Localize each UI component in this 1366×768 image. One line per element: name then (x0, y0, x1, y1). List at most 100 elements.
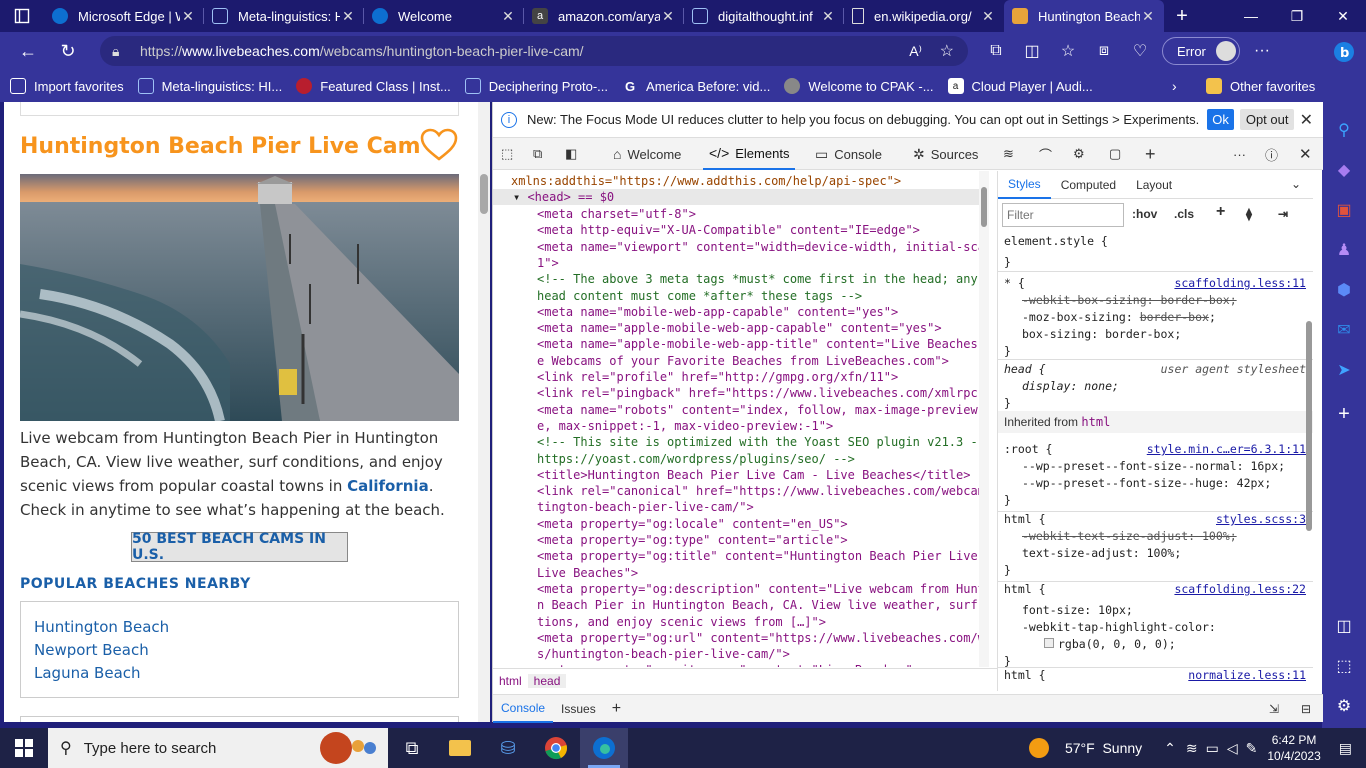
color-swatch[interactable] (1044, 638, 1054, 648)
dom-line[interactable]: <meta property="og:title" content="Hunti… (537, 548, 987, 564)
style-property-name[interactable]: font-size: (1022, 603, 1098, 617)
style-rule-html-2[interactable]: html {scaffolding.less:22 font-size: 10p… (1004, 581, 1308, 670)
chrome-button[interactable] (532, 728, 580, 768)
games-icon[interactable]: ♟ (1332, 238, 1356, 262)
style-rule-html-1[interactable]: html {styles.scss:3 -webkit-text-size-ad… (1004, 511, 1308, 579)
style-property[interactable]: box-sizing: border-box; (1004, 326, 1308, 343)
tools-icon[interactable]: ▣ (1332, 198, 1356, 222)
hide-sidebar-icon[interactable]: ◫ (1332, 614, 1356, 638)
minimize-button[interactable]: — (1228, 0, 1274, 32)
more-tools-icon[interactable]: + (1145, 138, 1156, 170)
profile-button[interactable]: Error (1162, 37, 1240, 65)
dom-line[interactable]: <meta property="og:site_name" content="L… (537, 662, 920, 667)
paint-icon[interactable]: ⧫ (1246, 207, 1252, 221)
performance-icon[interactable]: ⌒ (1039, 138, 1052, 170)
scrollbar-thumb[interactable] (981, 187, 987, 227)
network-app-button[interactable]: ⛁ (484, 728, 532, 768)
style-rule-head[interactable]: head {user agent stylesheet display: non… (1004, 361, 1308, 412)
inherited-element-link[interactable]: html (1081, 415, 1110, 429)
microsoft-365-icon[interactable]: ⬢ (1332, 278, 1356, 302)
style-property[interactable]: display: none; (1004, 378, 1308, 395)
dom-line[interactable]: <meta http-equiv="X-UA-Compatible" conte… (537, 222, 920, 238)
breadcrumb-head[interactable]: head (527, 673, 567, 688)
close-icon[interactable]: ✕ (1300, 110, 1313, 130)
dom-line[interactable]: <meta property="og:description" content=… (537, 581, 987, 597)
dom-line[interactable]: xmlns:addthis="https://www.addthis.com/h… (511, 173, 901, 189)
california-link[interactable]: California (347, 477, 429, 495)
tab-elements[interactable]: </> Elements (703, 138, 796, 170)
dom-line[interactable]: e Webcams of your Favorite Beaches from … (537, 353, 949, 369)
close-icon[interactable]: ✕ (1140, 8, 1156, 25)
memory-icon[interactable]: ⚙ (1073, 138, 1085, 170)
screen-icon[interactable]: ⬚ (1332, 654, 1356, 678)
edge-button[interactable] (580, 728, 628, 768)
extensions-icon[interactable]: ⧉ (978, 35, 1014, 67)
dom-line[interactable]: <meta property="og:type" content="articl… (537, 532, 848, 548)
browser-essentials-icon[interactable]: ♡ (1122, 35, 1158, 67)
add-drawer-tab-icon[interactable]: + (604, 695, 629, 723)
drawer-tab-issues[interactable]: Issues (553, 695, 604, 723)
style-property-value[interactable]: 42px; (1237, 476, 1272, 490)
dom-line[interactable]: <meta name="apple-mobile-web-app-capable… (537, 320, 942, 336)
hover-state-toggle[interactable]: :hov (1132, 207, 1157, 221)
rule-source-link[interactable]: style.min.c…er=6.3.1:11 (1147, 441, 1306, 458)
weather-text[interactable]: 57°F Sunny (1065, 740, 1142, 756)
clock[interactable]: 6:42 PM 10/4/2023 (1267, 732, 1320, 764)
style-property-value[interactable]: rgba(0, 0, 0, 0); (1058, 637, 1176, 651)
restore-button[interactable]: ❐ (1274, 0, 1320, 32)
tab-welcome[interactable]: ⌂ Welcome (607, 138, 687, 170)
toggle-sidebar-icon[interactable]: ⇥ (1278, 207, 1288, 221)
style-property-value[interactable]: 16px; (1250, 459, 1285, 473)
close-icon[interactable]: ✕ (660, 8, 676, 25)
ok-button[interactable]: Ok (1207, 109, 1234, 130)
style-property-value[interactable]: 10px; (1098, 603, 1133, 617)
favorite-featured-class[interactable]: Featured Class | Inst... (296, 78, 451, 94)
dom-line[interactable]: <title>Huntington Beach Pier Live Cam - … (537, 467, 970, 483)
rule-source-link[interactable]: scaffolding.less:22 (1174, 581, 1306, 598)
chevron-up-icon[interactable]: ⌃ (1164, 740, 1176, 757)
nearby-beach-link[interactable]: Newport Beach (34, 639, 445, 662)
bing-copilot-icon[interactable]: b (1332, 40, 1356, 64)
start-button[interactable] (0, 728, 48, 768)
style-property-name[interactable]: --wp--preset--font-size--normal: (1022, 459, 1250, 473)
elements-scrollbar[interactable] (979, 171, 989, 667)
drawer-tab-console[interactable]: Console (493, 695, 554, 723)
tab-console[interactable]: ▭ Console (809, 138, 888, 170)
tab-meta-linguistics[interactable]: Meta-linguistics: H ✕ (204, 0, 364, 32)
tab-amazon[interactable]: a amazon.com/arya ✕ (524, 0, 684, 32)
close-icon[interactable]: ✕ (820, 8, 836, 25)
dom-line[interactable]: e, max-snippet:-1, max-video-preview:-1"… (537, 418, 833, 434)
nearby-beach-link[interactable]: Huntington Beach (34, 616, 445, 639)
dock-icon[interactable]: ⇲ (1269, 702, 1279, 716)
favorite-meta-linguistics[interactable]: Meta-linguistics: HI... (137, 78, 282, 94)
dom-line[interactable]: Live Beaches"> (537, 565, 638, 581)
styles-scrollbar[interactable] (1304, 311, 1313, 691)
address-bar[interactable]: 🔒︎ https://www.livebeaches.com/webcams/h… (100, 36, 968, 66)
dom-line[interactable]: <meta charset="utf-8"> (537, 206, 696, 222)
favorite-america-before[interactable]: G America Before: vid... (622, 78, 770, 94)
taskbar-search-box[interactable]: ⚲ Type here to search (48, 728, 388, 768)
tab-styles[interactable]: Styles (998, 171, 1051, 199)
split-screen-icon[interactable]: ◫ (1014, 35, 1050, 67)
close-icon[interactable]: ✕ (500, 8, 516, 25)
heart-favorite-icon[interactable] (420, 128, 458, 162)
rule-source-link[interactable]: styles.scss:3 (1216, 511, 1306, 528)
favorite-cpak[interactable]: Welcome to CPAK -... (784, 78, 934, 94)
network-icon[interactable]: ≋ (1003, 138, 1014, 170)
dom-line[interactable]: <meta property="og:url" content="https:/… (537, 630, 987, 646)
dom-line[interactable]: https://yoast.com/wordpress/plugins/seo/… (537, 451, 855, 467)
new-rule-icon[interactable]: + (1216, 203, 1225, 221)
style-property[interactable]: -webkit-tap-highlight-color: (1004, 619, 1308, 636)
opt-out-button[interactable]: Opt out (1239, 109, 1295, 130)
elements-tree[interactable]: xmlns:addthis="https://www.addthis.com/h… (493, 171, 987, 667)
task-view-button[interactable]: ⧉ (388, 728, 436, 768)
device-emulation-icon[interactable]: ⧉ (533, 138, 542, 170)
style-property-value[interactable]: border-box (1140, 310, 1209, 324)
favorite-cloud-player[interactable]: a Cloud Player | Audi... (947, 78, 1093, 94)
style-property[interactable]: -webkit-text-size-adjust: 100%; (1004, 528, 1308, 545)
tab-welcome[interactable]: Welcome ✕ (364, 0, 524, 32)
tab-wikipedia[interactable]: en.wikipedia.org/ ✕ (844, 0, 1004, 32)
toggle-sidebar-icon[interactable]: ◧ (565, 138, 577, 170)
dom-line[interactable]: <meta name="mobile-web-app-capable" cont… (537, 304, 898, 320)
webcam-image[interactable] (20, 174, 459, 421)
